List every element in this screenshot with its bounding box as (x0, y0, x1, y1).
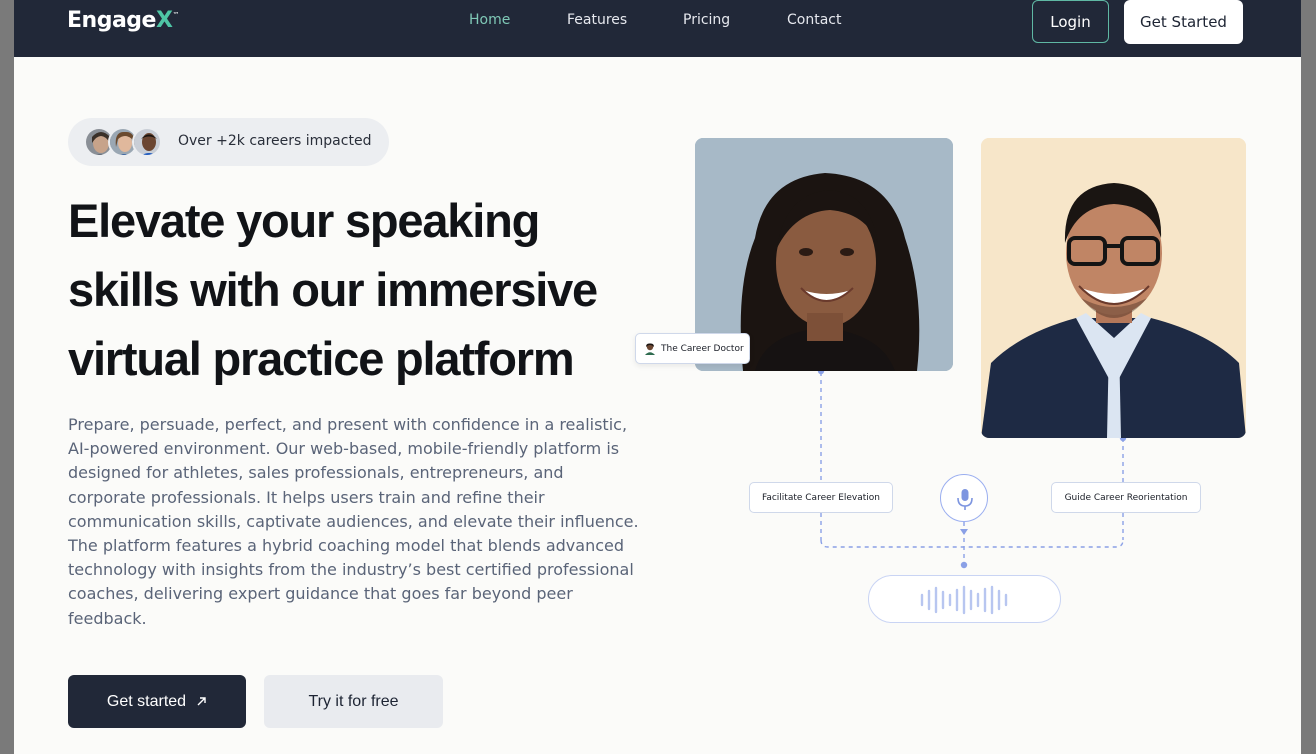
get-started-cta-label: Get started (106, 692, 187, 710)
try-free-button[interactable]: Try it for free (264, 675, 443, 728)
nav-link-home[interactable]: Home (469, 12, 510, 28)
arrow-up-right-icon (197, 697, 206, 706)
login-button[interactable]: Login (1032, 0, 1109, 43)
top-nav: EngageX™ Home Features Pricing Contact L… (14, 0, 1301, 57)
avatar-group (84, 127, 164, 158)
get-started-cta[interactable]: Get started (68, 675, 246, 728)
sound-wave-icon (920, 585, 1008, 615)
headline-line: Elevate your speaking (68, 194, 540, 247)
logo[interactable]: EngageX™ (67, 8, 179, 33)
nav-link-features[interactable]: Features (567, 12, 627, 28)
person-emoji-icon (645, 342, 655, 355)
headline-line: virtual practice platform (68, 332, 575, 385)
career-doctor-label: The Career Doctor (661, 343, 744, 354)
microphone-icon (957, 489, 973, 510)
headline-line: skills with our immersive (68, 263, 598, 316)
microphone-button[interactable] (940, 474, 988, 522)
avatar (132, 127, 162, 157)
voice-waveform (868, 575, 1061, 623)
guide-career-reorientation-tag: Guide Career Reorientation (1051, 482, 1201, 513)
get-started-button[interactable]: Get Started (1124, 0, 1243, 44)
facilitate-career-elevation-tag: Facilitate Career Elevation (749, 482, 893, 513)
career-doctor-tag: The Career Doctor (635, 333, 750, 364)
nav-link-contact[interactable]: Contact (787, 12, 841, 28)
coach-man-photo (981, 138, 1246, 438)
hero-description: Prepare, persuade, perfect, and present … (68, 415, 639, 628)
careers-badge: Over +2k careers impacted (68, 118, 389, 166)
hero-headline: Elevate your speaking skills with our im… (68, 186, 628, 393)
page: EngageX™ Home Features Pricing Contact L… (14, 0, 1301, 754)
nav-link-pricing[interactable]: Pricing (683, 12, 730, 28)
careers-impacted-text: Over +2k careers impacted (178, 133, 372, 149)
